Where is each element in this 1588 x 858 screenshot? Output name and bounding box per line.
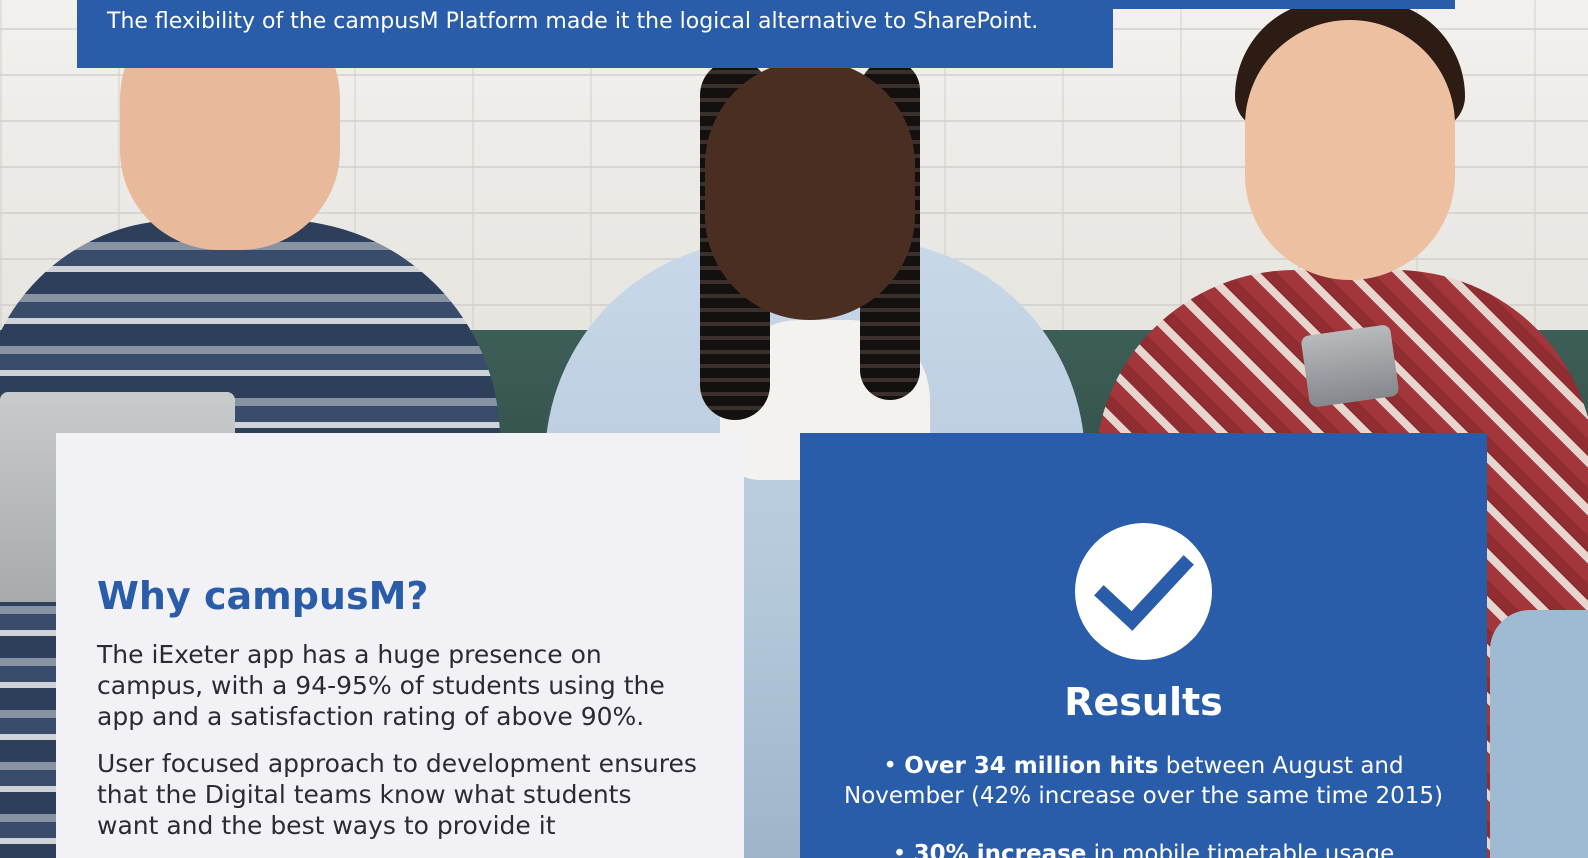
- smartphone: [1300, 324, 1400, 408]
- page: The flexibility of the campusM Platform …: [0, 0, 1588, 858]
- top-accent-strip: [1113, 0, 1455, 9]
- why-heading: Why campusM?: [97, 574, 429, 618]
- bullet: •: [883, 753, 897, 779]
- results-item-highlight: Over 34 million hits: [904, 753, 1159, 779]
- results-card: Results • Over 34 million hits between A…: [800, 433, 1487, 858]
- top-banner: The flexibility of the campusM Platform …: [77, 0, 1113, 68]
- why-paragraph: The iExeter app has a huge presence on c…: [97, 640, 665, 731]
- why-campusm-card: Why campusM? The iExeter app has a huge …: [56, 433, 744, 858]
- why-paragraph: User focused approach to development ens…: [97, 749, 697, 840]
- checkmark-circle-icon: [1075, 523, 1212, 660]
- results-list: • Over 34 million hits between August an…: [830, 751, 1457, 858]
- results-item-text: in mobile timetable usage: [1086, 841, 1395, 858]
- banner-text: The flexibility of the campusM Platform …: [107, 9, 1039, 34]
- bullet: •: [892, 841, 907, 858]
- student-right-face: [1245, 20, 1455, 280]
- results-item-highlight: 30% increase: [913, 841, 1087, 858]
- results-heading: Results: [1064, 680, 1223, 724]
- results-item: • 30% increase in mobile timetable usage: [830, 839, 1457, 858]
- checkmark-icon: [1094, 555, 1194, 631]
- results-item: • Over 34 million hits between August an…: [830, 751, 1457, 811]
- student-middle-face: [705, 60, 915, 320]
- jeans: [1490, 610, 1588, 858]
